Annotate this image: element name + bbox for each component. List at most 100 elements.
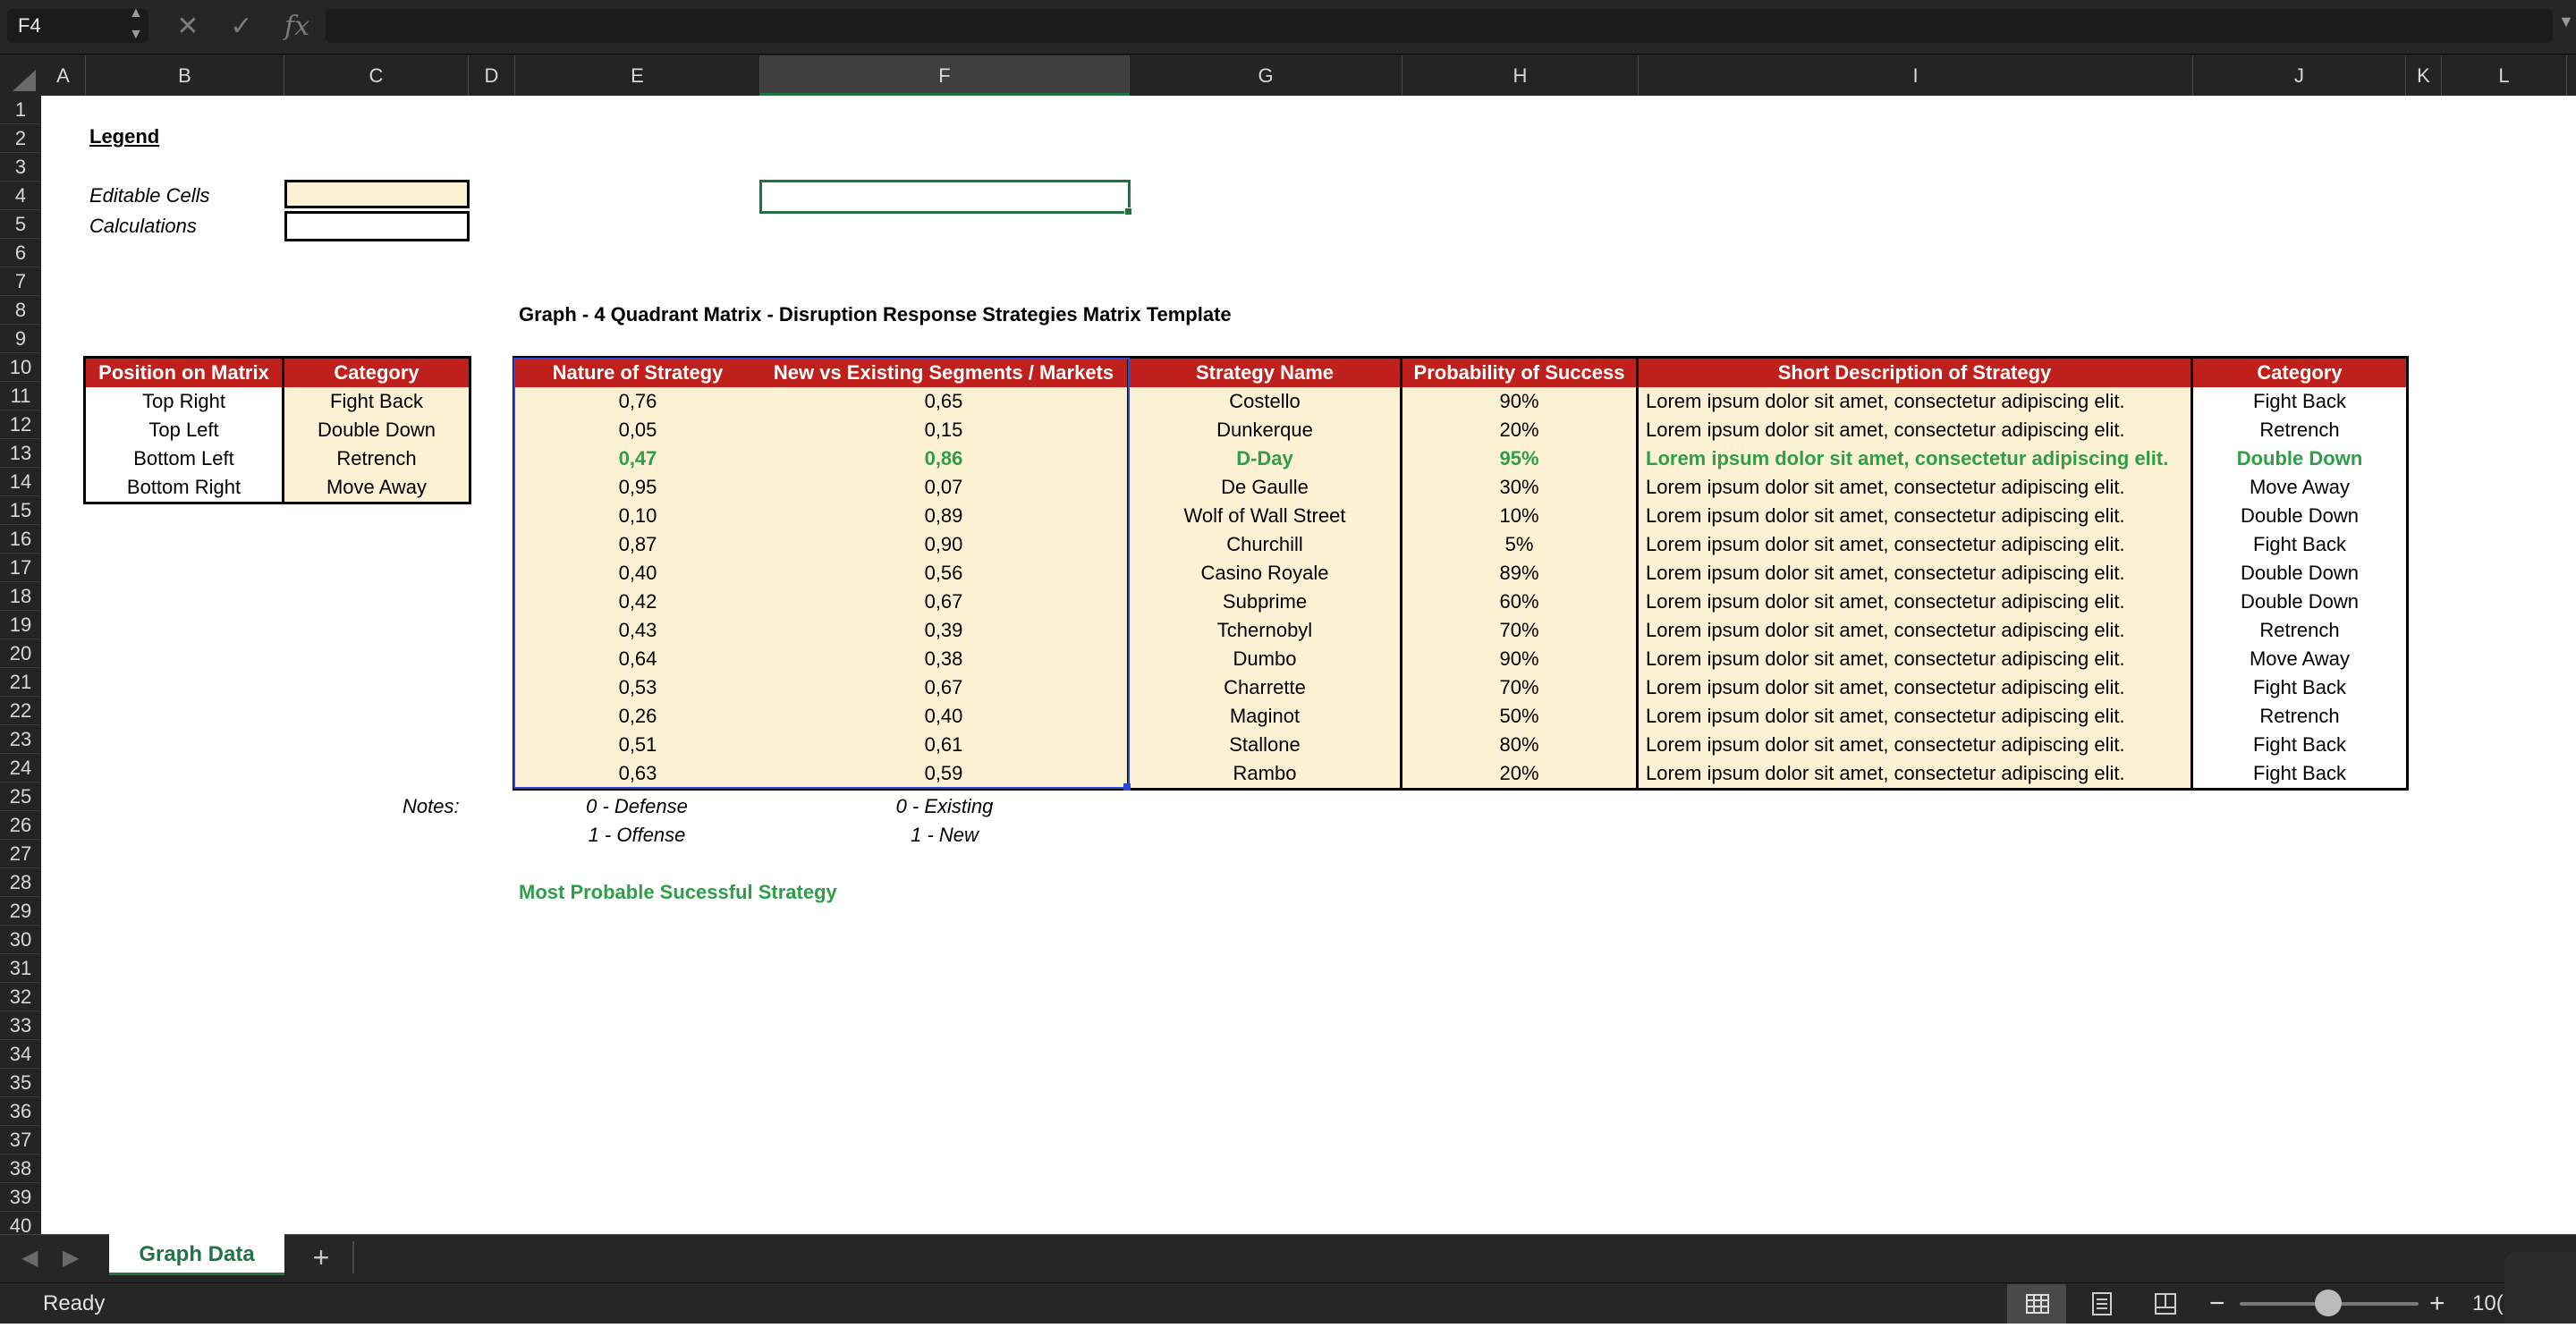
strategy-table-cell[interactable]: Maginot <box>1130 702 1400 731</box>
strategy-table-cell[interactable]: 89% <box>1402 559 1636 588</box>
prev-sheet-icon[interactable]: ◀ <box>21 1245 38 1271</box>
strategy-table-cell[interactable]: Charrette <box>1130 673 1400 702</box>
strategy-table-cell[interactable]: Lorem ipsum dolor sit amet, consectetur … <box>1639 530 2190 559</box>
row-header-18[interactable]: 18 <box>0 582 41 611</box>
strategy-table-cell[interactable]: Subprime <box>1130 588 1400 616</box>
row-header-37[interactable]: 37 <box>0 1126 41 1155</box>
zoom-in-button[interactable]: + <box>2429 1288 2445 1320</box>
position-table-cell[interactable]: Top Left <box>86 416 284 444</box>
strategy-table-cell[interactable]: 50% <box>1402 702 1636 731</box>
strategy-table-cell[interactable]: Fight Back <box>2193 530 2406 559</box>
strategy-table-cell[interactable]: Lorem ipsum dolor sit amet, consectetur … <box>1639 444 2190 473</box>
strategy-table-header[interactable]: Short Description of Strategy <box>1639 359 2193 387</box>
row-header-24[interactable]: 24 <box>0 754 41 782</box>
strategy-table-cell[interactable]: Lorem ipsum dolor sit amet, consectetur … <box>1639 702 2190 731</box>
normal-view-button[interactable] <box>2007 1284 2066 1324</box>
row-header-39[interactable]: 39 <box>0 1183 41 1212</box>
zoom-slider-thumb[interactable] <box>2315 1290 2342 1316</box>
strategy-table-cell[interactable]: Retrench <box>2193 616 2406 645</box>
range-resize-handle[interactable] <box>1123 783 1131 791</box>
strategy-table-cell[interactable]: Lorem ipsum dolor sit amet, consectetur … <box>1639 502 2190 530</box>
strategy-table-cell[interactable]: Stallone <box>1130 731 1400 759</box>
name-box[interactable]: F4 <box>7 9 148 43</box>
column-header-f[interactable]: F <box>760 55 1130 96</box>
row-header-1[interactable]: 1 <box>0 96 41 124</box>
row-header-14[interactable]: 14 <box>0 468 41 496</box>
enter-check-icon[interactable]: ✓ <box>224 0 259 54</box>
strategy-table-cell[interactable]: 5% <box>1402 530 1636 559</box>
row-header-29[interactable]: 29 <box>0 897 41 926</box>
strategy-table-cell[interactable]: Fight Back <box>2193 387 2406 416</box>
strategy-table-cell[interactable]: Casino Royale <box>1130 559 1400 588</box>
strategy-table-header[interactable]: Category <box>2193 359 2406 387</box>
strategy-table-cell[interactable]: 30% <box>1402 473 1636 502</box>
strategy-table-cell[interactable]: Lorem ipsum dolor sit amet, consectetur … <box>1639 759 2190 788</box>
row-header-13[interactable]: 13 <box>0 439 41 468</box>
row-header-16[interactable]: 16 <box>0 525 41 554</box>
strategy-table-cell[interactable]: 70% <box>1402 673 1636 702</box>
strategy-table-cell[interactable]: Double Down <box>2193 502 2406 530</box>
row-header-10[interactable]: 10 <box>0 353 41 382</box>
strategy-table-cell[interactable]: Lorem ipsum dolor sit amet, consectetur … <box>1639 731 2190 759</box>
strategy-table-cell[interactable]: Fight Back <box>2193 673 2406 702</box>
row-header-5[interactable]: 5 <box>0 210 41 239</box>
strategy-table-cell[interactable]: Lorem ipsum dolor sit amet, consectetur … <box>1639 387 2190 416</box>
column-header-k[interactable]: K <box>2406 55 2442 96</box>
formula-input[interactable] <box>326 9 2553 43</box>
strategy-table-cell[interactable]: 60% <box>1402 588 1636 616</box>
page-layout-view-button[interactable] <box>2072 1284 2131 1324</box>
row-header-17[interactable]: 17 <box>0 554 41 582</box>
row-header-23[interactable]: 23 <box>0 725 41 754</box>
position-table-cell[interactable]: Double Down <box>284 416 469 444</box>
row-header-15[interactable]: 15 <box>0 496 41 525</box>
column-header-a[interactable]: A <box>41 55 86 96</box>
strategy-table-cell[interactable]: Wolf of Wall Street <box>1130 502 1400 530</box>
range-selection-outline[interactable] <box>513 358 1130 789</box>
strategy-table-cell[interactable]: Fight Back <box>2193 759 2406 788</box>
strategy-table-cell[interactable]: Double Down <box>2193 444 2406 473</box>
row-header-32[interactable]: 32 <box>0 983 41 1011</box>
strategy-table-cell[interactable]: 20% <box>1402 759 1636 788</box>
strategy-table-cell[interactable]: Double Down <box>2193 588 2406 616</box>
row-header-9[interactable]: 9 <box>0 325 41 353</box>
row-header-36[interactable]: 36 <box>0 1097 41 1126</box>
strategy-table-header[interactable]: Probability of Success <box>1402 359 1639 387</box>
legend-editable-swatch[interactable] <box>284 180 470 208</box>
row-header-26[interactable]: 26 <box>0 811 41 840</box>
column-header-i[interactable]: I <box>1639 55 2193 96</box>
strategy-table-cell[interactable]: Lorem ipsum dolor sit amet, consectetur … <box>1639 616 2190 645</box>
name-box-down-icon[interactable]: ▼ <box>129 27 143 43</box>
position-table-cell[interactable]: Retrench <box>284 444 469 473</box>
row-header-3[interactable]: 3 <box>0 153 41 182</box>
strategy-table-cell[interactable]: D-Day <box>1130 444 1400 473</box>
row-header-21[interactable]: 21 <box>0 668 41 697</box>
row-header-34[interactable]: 34 <box>0 1040 41 1069</box>
strategy-table-cell[interactable]: 80% <box>1402 731 1636 759</box>
strategy-table-cell[interactable]: Lorem ipsum dolor sit amet, consectetur … <box>1639 588 2190 616</box>
sheet-tab-graph-data[interactable]: Graph Data <box>109 1234 284 1275</box>
row-header-22[interactable]: 22 <box>0 697 41 725</box>
strategy-table-cell[interactable]: Retrench <box>2193 702 2406 731</box>
column-header-e[interactable]: E <box>515 55 760 96</box>
strategy-table-cell[interactable]: Lorem ipsum dolor sit amet, consectetur … <box>1639 416 2190 444</box>
strategy-table-cell[interactable]: Churchill <box>1130 530 1400 559</box>
strategy-table-cell[interactable]: Dunkerque <box>1130 416 1400 444</box>
row-header-8[interactable]: 8 <box>0 296 41 325</box>
row-header-11[interactable]: 11 <box>0 382 41 410</box>
column-header-c[interactable]: C <box>284 55 469 96</box>
position-table-header[interactable]: Position on Matrix <box>86 359 284 387</box>
row-header-30[interactable]: 30 <box>0 926 41 954</box>
add-sheet-button[interactable]: + <box>301 1239 342 1275</box>
legend-calculations-swatch[interactable] <box>284 211 470 241</box>
strategy-table-cell[interactable]: Lorem ipsum dolor sit amet, consectetur … <box>1639 473 2190 502</box>
strategy-table-cell[interactable]: Lorem ipsum dolor sit amet, consectetur … <box>1639 645 2190 673</box>
position-table-cell[interactable]: Bottom Right <box>86 473 284 502</box>
row-header-28[interactable]: 28 <box>0 868 41 897</box>
strategy-table-cell[interactable]: 10% <box>1402 502 1636 530</box>
column-header-l[interactable]: L <box>2442 55 2567 96</box>
position-table-cell[interactable]: Fight Back <box>284 387 469 416</box>
expand-formula-chevron-icon[interactable]: ▼ <box>2558 13 2574 31</box>
row-header-27[interactable]: 27 <box>0 840 41 868</box>
row-header-6[interactable]: 6 <box>0 239 41 267</box>
row-header-31[interactable]: 31 <box>0 954 41 983</box>
